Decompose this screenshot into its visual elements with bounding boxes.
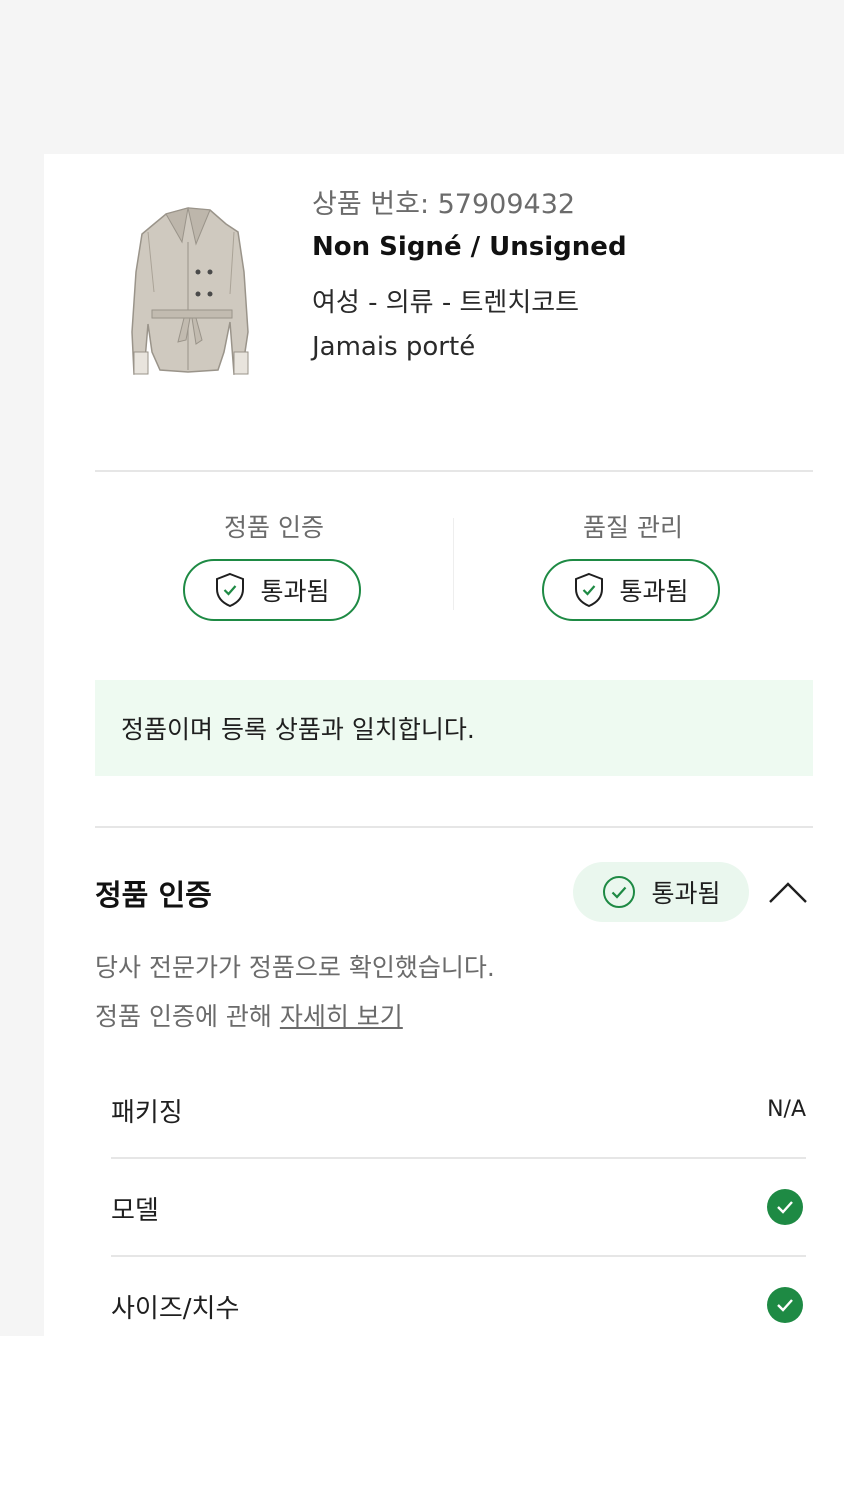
chevron-up-icon[interactable] xyxy=(766,874,810,910)
check-circle-icon xyxy=(767,1189,803,1225)
section-description: 당사 전문가가 정품으로 확인했습니다. xyxy=(95,953,495,982)
authentication-status: 통과됨 xyxy=(260,577,330,606)
quality-status-pill: 통과됨 xyxy=(542,559,720,621)
product-image[interactable] xyxy=(126,202,256,392)
learn-more-link[interactable]: 자세히 보기 xyxy=(280,1002,403,1031)
quality-label: 품질 관리 xyxy=(583,513,683,542)
section-more-info: 정품 인증에 관해 자세히 보기 xyxy=(95,997,403,1033)
row-label-model: 모델 xyxy=(111,1196,159,1226)
product-condition: Jamais porté xyxy=(312,332,476,362)
section-title: 정품 인증 xyxy=(95,878,212,912)
notice-text: 정품이며 등록 상품과 일치합니다. xyxy=(121,715,475,744)
row-divider xyxy=(111,1157,806,1159)
authentication-label: 정품 인증 xyxy=(224,513,324,542)
shield-check-icon xyxy=(216,572,245,608)
quality-status: 통과됨 xyxy=(619,577,689,606)
product-number: 상품 번호: 57909432 xyxy=(312,189,576,220)
shield-check-icon xyxy=(575,572,604,608)
section-status: 통과됨 xyxy=(651,879,721,908)
product-category: 여성 - 의류 - 트렌치코트 xyxy=(312,288,580,318)
divider xyxy=(95,826,813,828)
more-info-prefix: 정품 인증에 관해 xyxy=(95,1002,280,1031)
divider xyxy=(95,470,813,472)
result-notice: 정품이며 등록 상품과 일치합니다. xyxy=(95,680,813,776)
row-value-packaging: N/A xyxy=(767,1097,806,1122)
product-brand[interactable]: Non Signé / Unsigned xyxy=(312,232,627,262)
left-gutter xyxy=(0,154,44,1336)
quality-check: 품질 관리 xyxy=(483,508,783,544)
column-separator xyxy=(453,518,454,610)
authentication-check: 정품 인증 xyxy=(124,508,424,544)
check-circle-icon xyxy=(603,876,636,908)
section-status-badge: 통과됨 xyxy=(573,862,749,922)
check-circle-icon xyxy=(767,1287,803,1323)
top-background xyxy=(0,0,844,154)
row-label-packaging: 패키징 xyxy=(111,1098,183,1128)
row-label-size: 사이즈/치수 xyxy=(111,1294,240,1324)
product-card: 상품 번호: 57909432 Non Signé / Unsigned 여성 … xyxy=(44,154,844,1336)
authentication-status-pill: 통과됨 xyxy=(183,559,361,621)
row-divider xyxy=(111,1255,806,1257)
